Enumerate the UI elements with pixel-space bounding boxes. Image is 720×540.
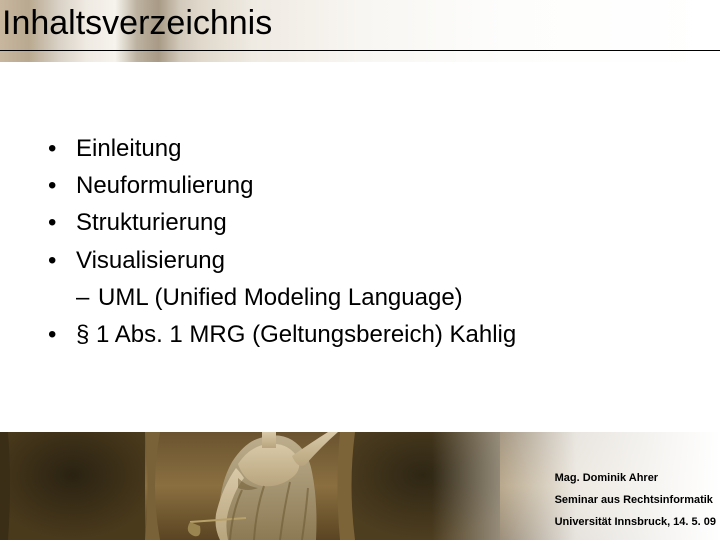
footer-author: Mag. Dominik Ahrer: [555, 468, 716, 490]
list-item-label: Einleitung: [76, 130, 181, 167]
bullet-icon: •: [48, 242, 76, 279]
content-list: • Einleitung • Neuformulierung • Struktu…: [48, 130, 668, 353]
footer-course: Seminar aus Rechtsinformatik: [555, 490, 716, 512]
list-item: • Neuformulierung: [48, 167, 668, 204]
dash-icon: –: [76, 279, 98, 316]
list-item: • § 1 Abs. 1 MRG (Geltungsbereich) Kahli…: [48, 316, 668, 353]
sublist-item: – UML (Unified Modeling Language): [48, 279, 668, 316]
bullet-icon: •: [48, 130, 76, 167]
bullet-icon: •: [48, 204, 76, 241]
sublist-item-label: UML (Unified Modeling Language): [98, 279, 463, 316]
slide: Inhaltsverzeichnis • Einleitung • Neufor…: [0, 0, 720, 540]
list-item: • Einleitung: [48, 130, 668, 167]
footer-text-block: Mag. Dominik Ahrer Seminar aus Rechtsinf…: [555, 468, 716, 534]
title-bar: Inhaltsverzeichnis: [0, 0, 720, 62]
list-item-label: § 1 Abs. 1 MRG (Geltungsbereich) Kahlig: [76, 316, 516, 353]
bullet-icon: •: [48, 316, 76, 353]
footer-place-date: Universität Innsbruck, 14. 5. 09: [555, 512, 716, 534]
bullet-icon: •: [48, 167, 76, 204]
list-item-label: Neuformulierung: [76, 167, 253, 204]
title-underline: [0, 50, 720, 51]
list-item-label: Strukturierung: [76, 204, 227, 241]
page-title: Inhaltsverzeichnis: [2, 4, 272, 43]
list-item: • Strukturierung: [48, 204, 668, 241]
list-item: • Visualisierung: [48, 242, 668, 279]
list-item-label: Visualisierung: [76, 242, 225, 279]
